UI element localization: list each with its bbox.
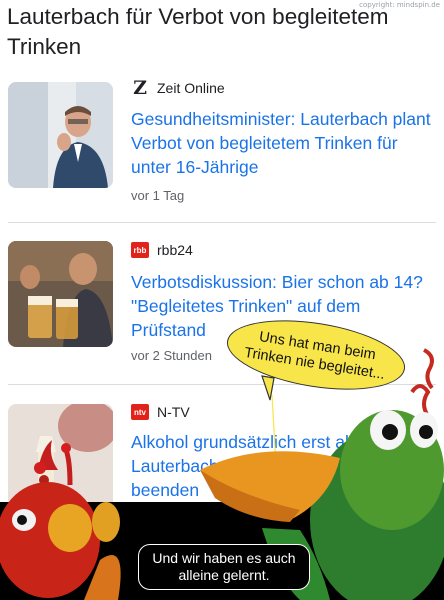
speech-bubble-caption: Und wir haben es auch alleine gelernt. [138, 544, 310, 590]
cartoon-overlay [0, 348, 444, 600]
red-figure-icon [0, 440, 121, 600]
speech-bubble-caption-text: Und wir haben es auch alleine gelernt. [152, 550, 296, 583]
